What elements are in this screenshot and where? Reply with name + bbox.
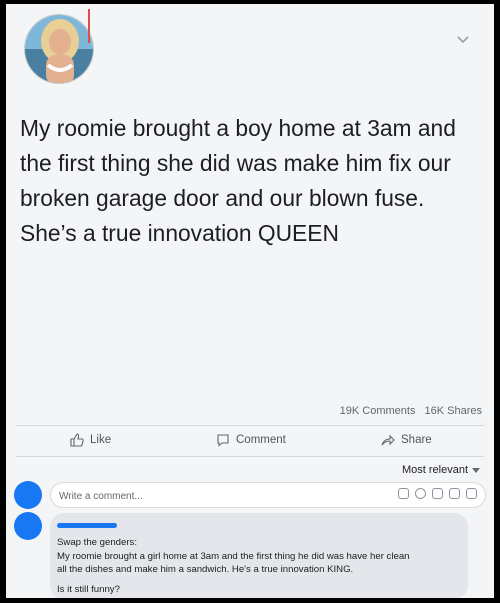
like-icon [70,433,84,447]
avatar[interactable] [24,14,94,84]
chevron-down-icon[interactable] [456,32,470,48]
comment-icon [217,434,229,447]
divider [16,456,484,457]
divider [16,425,484,426]
emoji-icon[interactable] [415,488,426,499]
commenter-name[interactable] [57,523,117,528]
comment-label: Comment [236,434,286,446]
sort-label: Most relevant [401,464,468,476]
camera-icon[interactable] [432,488,443,499]
comment-line: My roomie brought a girl home at 3am and… [57,550,410,562]
gif-icon[interactable] [449,488,460,499]
shares-count[interactable]: 16K Shares [425,405,482,417]
red-marker [88,9,90,43]
sticker-icon[interactable] [398,488,409,499]
share-icon [381,434,395,446]
comment-line: Is it still funny? [57,583,120,595]
share-label: Share [401,434,432,446]
like-button[interactable]: Like [70,433,111,447]
comment-bubble: Swap the genders: My roomie brought a gi… [50,513,468,598]
emoji-icons[interactable] [398,488,477,499]
comments-count[interactable]: 19K Comments [340,405,416,417]
action-bar: Like Comment Share [6,433,494,453]
sort-dropdown[interactable]: Most relevant [402,464,480,476]
post-text: My roomie brought a boy home at 3am and … [20,115,456,246]
comment-line: all the dishes and make him a sandwich. … [57,564,354,575]
avatar [14,481,42,509]
chevron-down-icon [472,467,480,473]
comment-input[interactable]: Write a comment... [50,482,486,508]
post-card: My roomie brought a boy home at 3am and … [6,4,494,598]
sticker-face-icon[interactable] [466,488,477,499]
avatar [14,512,42,540]
comment-placeholder: Write a comment... [59,491,143,502]
engagement-stats: 19K Comments 16K Shares [334,405,482,417]
like-label: Like [90,434,112,446]
comment-button[interactable]: Comment [216,433,286,447]
share-button[interactable]: Share [381,433,432,447]
comment-line: Swap the genders: [57,537,138,548]
